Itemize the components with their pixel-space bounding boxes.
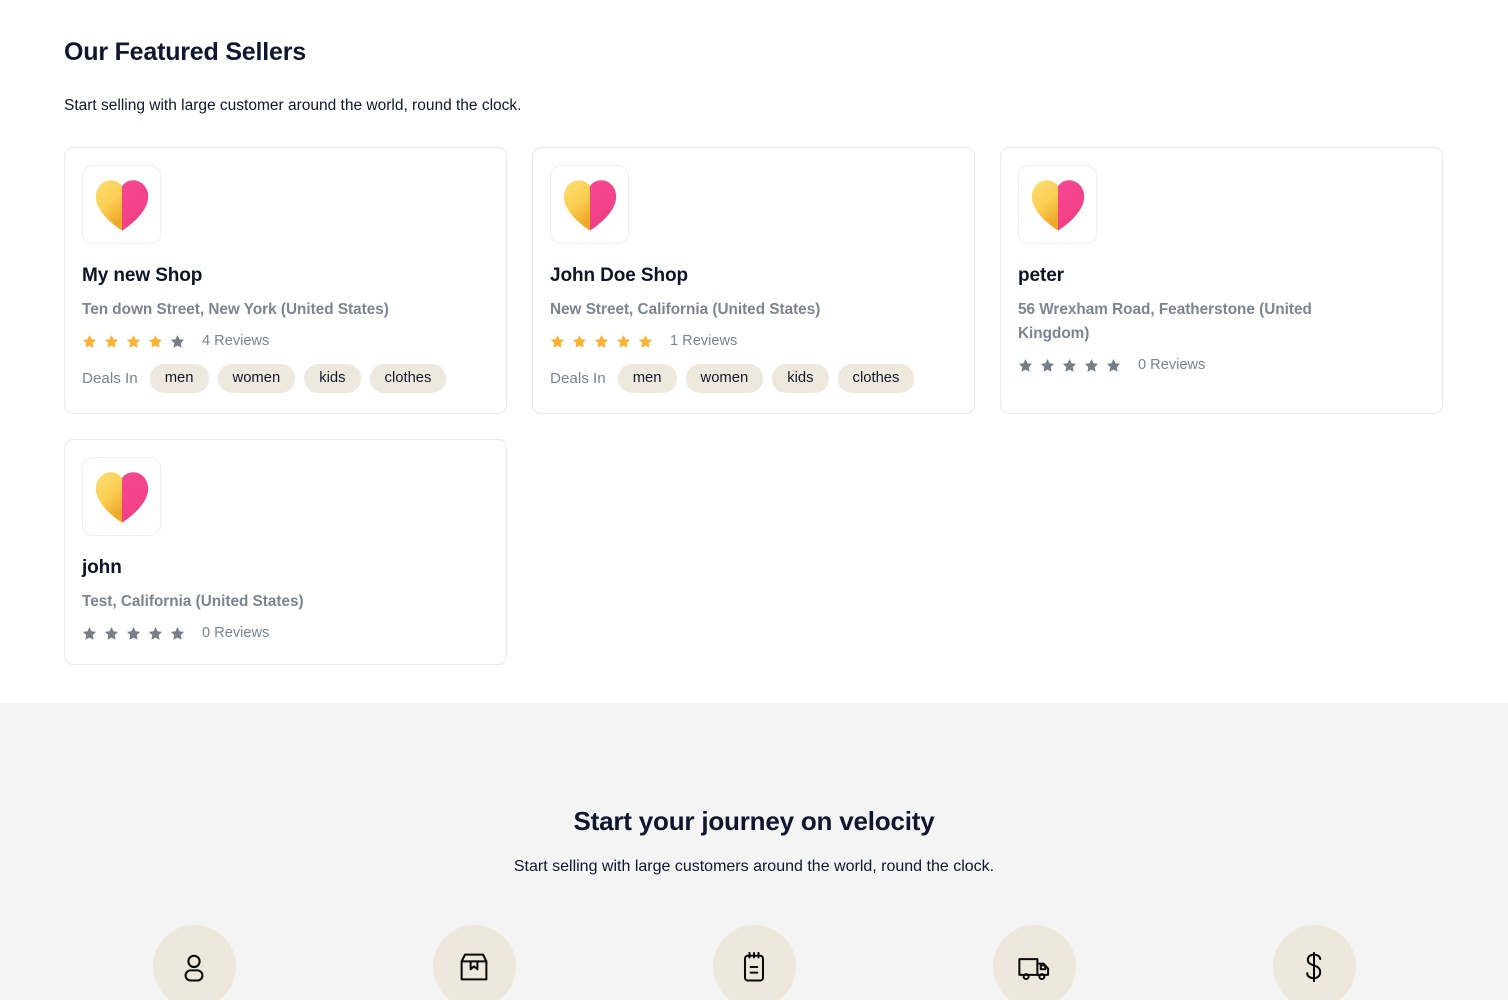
seller-address: New Street, California (United States) <box>550 301 821 318</box>
seller-rating-row: 0 Reviews <box>1018 354 1425 376</box>
star-rating[interactable] <box>82 334 185 349</box>
star-filled-icon <box>550 334 565 348</box>
seller-rating-row: 0 Reviews <box>82 622 489 644</box>
journey-section: Start your journey on velocity Start sel… <box>0 703 1508 1000</box>
star-filled-icon <box>104 334 119 348</box>
deals-in-row: Deals In men women kids clothes <box>82 364 489 393</box>
star-filled-icon <box>572 334 587 348</box>
seller-card[interactable]: John Doe Shop New Street, California (Un… <box>532 147 975 414</box>
deals-tag-chip[interactable]: kids <box>304 364 361 393</box>
star-filled-icon <box>126 334 141 348</box>
deals-tag-chip[interactable]: clothes <box>837 364 915 393</box>
seller-name: john <box>82 557 122 578</box>
star-empty-icon <box>1018 358 1033 372</box>
star-empty-icon <box>1084 358 1099 372</box>
star-filled-icon <box>148 334 163 348</box>
journey-steps-row <box>0 925 1508 1000</box>
star-empty-icon <box>170 626 185 640</box>
seller-cards-grid: My new Shop Ten down Street, New York (U… <box>64 147 1444 665</box>
seller-card[interactable]: peter 56 Wrexham Road, Featherstone (Uni… <box>1000 147 1443 414</box>
journey-subtitle: Start selling with large customers aroun… <box>513 858 995 875</box>
seller-name: My new Shop <box>82 265 203 286</box>
reviews-count: 4 Reviews <box>202 333 270 349</box>
seller-name: peter <box>1018 265 1064 286</box>
journey-title: Start your journey on velocity <box>573 806 935 836</box>
heart-logo-icon <box>95 179 148 231</box>
user-icon <box>152 925 236 1000</box>
delivery-truck-icon <box>992 925 1076 1000</box>
reviews-count: 1 Reviews <box>670 333 738 349</box>
star-empty-icon <box>1062 358 1077 372</box>
deals-tag-chip[interactable]: clothes <box>369 364 447 393</box>
seller-address: Ten down Street, New York (United States… <box>82 301 389 318</box>
heart-logo-icon <box>563 179 616 231</box>
seller-rating-row: 1 Reviews <box>550 330 957 352</box>
deals-tag-chip[interactable]: women <box>685 364 764 393</box>
star-filled-icon <box>616 334 631 348</box>
seller-address: 56 Wrexham Road, Featherstone (United Ki… <box>1018 301 1312 342</box>
star-empty-icon <box>104 626 119 640</box>
seller-logo-tile <box>1018 165 1097 244</box>
deals-tag-chip[interactable]: women <box>217 364 296 393</box>
star-filled-icon <box>82 334 97 348</box>
star-empty-icon <box>82 626 97 640</box>
journey-step <box>152 925 236 1000</box>
deals-in-row: Deals In men women kids clothes <box>550 364 957 393</box>
deals-in-label: Deals In <box>550 370 606 387</box>
page-subtitle: Start selling with large customer around… <box>64 97 522 114</box>
seller-card[interactable]: john Test, California (United States) 0 … <box>64 439 507 665</box>
star-empty-icon <box>1040 358 1055 372</box>
star-filled-icon <box>638 334 653 348</box>
deals-tag-chip[interactable]: men <box>149 364 209 393</box>
seller-logo-tile <box>82 165 161 244</box>
reviews-count: 0 Reviews <box>1138 357 1206 373</box>
deals-tag-chip[interactable]: men <box>617 364 677 393</box>
star-rating[interactable] <box>1018 358 1121 373</box>
star-empty-icon <box>1106 358 1121 372</box>
star-empty-icon <box>170 334 185 348</box>
deals-tag-chip[interactable]: kids <box>772 364 829 393</box>
seller-logo-tile <box>82 457 161 536</box>
star-filled-icon <box>594 334 609 348</box>
seller-card[interactable]: My new Shop Ten down Street, New York (U… <box>64 147 507 414</box>
dollar-sign-icon <box>1272 925 1356 1000</box>
journey-step <box>432 925 516 1000</box>
star-empty-icon <box>126 626 141 640</box>
reviews-count: 0 Reviews <box>202 625 270 641</box>
featured-sellers-section: Our Featured Sellers Start selling with … <box>0 0 1508 703</box>
seller-address: Test, California (United States) <box>82 593 304 610</box>
star-rating[interactable] <box>82 626 185 641</box>
page-title: Our Featured Sellers <box>64 38 306 66</box>
deals-in-label: Deals In <box>82 370 138 387</box>
clipboard-icon <box>712 925 796 1000</box>
journey-step <box>1272 925 1356 1000</box>
journey-step <box>992 925 1076 1000</box>
seller-logo-tile <box>550 165 629 244</box>
heart-logo-icon <box>1031 179 1084 231</box>
journey-step <box>712 925 796 1000</box>
star-empty-icon <box>148 626 163 640</box>
package-box-icon <box>432 925 516 1000</box>
heart-logo-icon <box>95 471 148 523</box>
seller-name: John Doe Shop <box>550 265 689 286</box>
star-rating[interactable] <box>550 334 653 349</box>
seller-rating-row: 4 Reviews <box>82 330 489 352</box>
